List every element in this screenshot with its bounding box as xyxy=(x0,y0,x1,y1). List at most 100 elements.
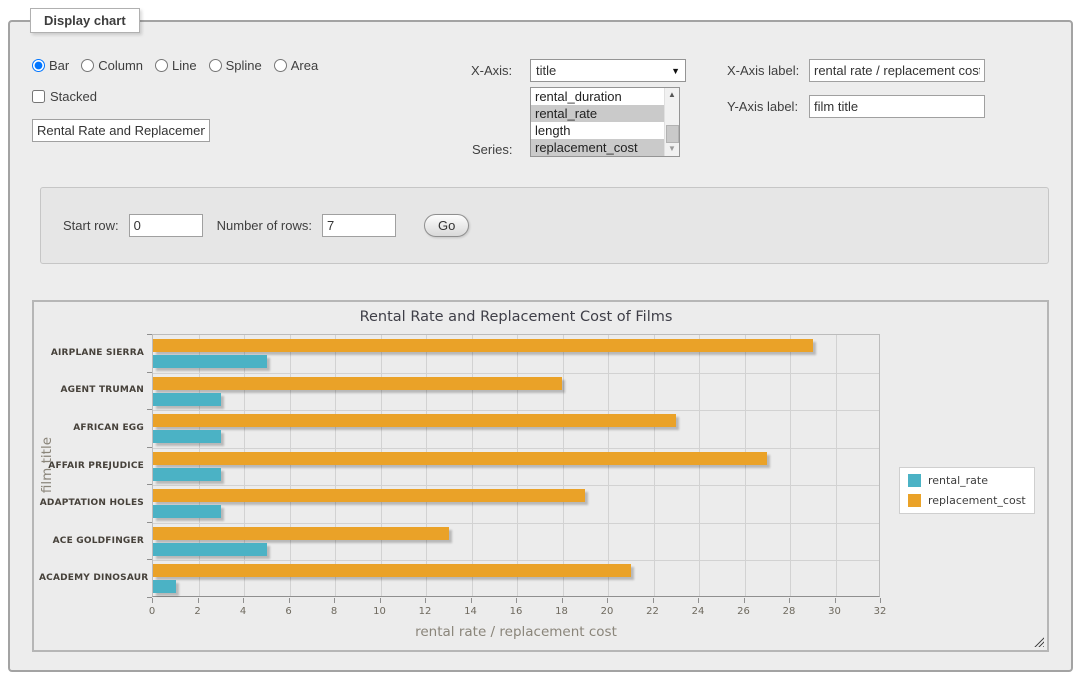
chart-type-option-area[interactable]: Area xyxy=(274,58,318,73)
bar-replacement_cost xyxy=(153,489,585,502)
grid-vline xyxy=(790,335,791,596)
grid-vline xyxy=(472,335,473,596)
x-tick-mark xyxy=(744,598,745,603)
legend-item: rental_rate xyxy=(908,474,1026,487)
bar-replacement_cost xyxy=(153,452,767,465)
chart-type-radio-area[interactable] xyxy=(274,59,287,72)
series-listbox[interactable]: rental_durationrental_ratelengthreplacem… xyxy=(530,87,680,157)
x-tick-label: 26 xyxy=(729,606,759,617)
grid-vline xyxy=(290,335,291,596)
x-tick-mark xyxy=(562,598,563,603)
chart-title: Rental Rate and Replacement Cost of Film… xyxy=(152,309,880,325)
x-tick-label: 22 xyxy=(638,606,668,617)
x-tick-mark xyxy=(835,598,836,603)
chart-container: Rental Rate and Replacement Cost of Film… xyxy=(32,300,1049,652)
go-button[interactable]: Go xyxy=(424,214,469,237)
stacked-checkbox[interactable] xyxy=(32,90,45,103)
y-tick-mark xyxy=(147,597,152,598)
scroll-up-icon[interactable]: ▲ xyxy=(665,88,679,102)
legend-item: replacement_cost xyxy=(908,494,1026,507)
chart-type-radio-label: Bar xyxy=(49,58,69,73)
x-tick-label: 18 xyxy=(547,606,577,617)
bar-replacement_cost xyxy=(153,339,813,352)
stacked-checkbox-row[interactable]: Stacked xyxy=(32,89,97,104)
y-axis-label-caption: Y-Axis label: xyxy=(727,99,798,114)
bar-rental_rate xyxy=(153,505,221,518)
grid-vline xyxy=(836,335,837,596)
grid-vline xyxy=(745,335,746,596)
x-axis-select[interactable]: title ▼ xyxy=(530,59,686,82)
x-tick-mark xyxy=(698,598,699,603)
x-tick-label: 0 xyxy=(137,606,167,617)
grid-hline xyxy=(153,373,879,374)
num-rows-input[interactable] xyxy=(322,214,396,237)
grid-hline xyxy=(153,523,879,524)
category-label: AIRPLANE SIERRA xyxy=(39,348,144,358)
x-tick-mark xyxy=(425,598,426,603)
x-axis-selected-value: title xyxy=(536,63,556,78)
y-tick-mark xyxy=(147,484,152,485)
x-tick-mark xyxy=(152,598,153,603)
chart-type-option-line[interactable]: Line xyxy=(155,58,197,73)
x-tick-mark xyxy=(471,598,472,603)
start-row-input[interactable] xyxy=(129,214,203,237)
series-option-length[interactable]: length xyxy=(531,122,665,139)
category-label: AFFAIR PREJUDICE xyxy=(39,461,144,471)
bar-rental_rate xyxy=(153,468,221,481)
rows-panel: Start row: Number of rows: Go xyxy=(40,187,1049,264)
scrollbar-thumb[interactable] xyxy=(666,125,679,143)
chart-x-axis-label: rental rate / replacement cost xyxy=(152,624,880,640)
chart-type-radio-bar[interactable] xyxy=(32,59,45,72)
x-tick-label: 16 xyxy=(501,606,531,617)
legend-swatch-rental_rate xyxy=(908,474,921,487)
grid-vline xyxy=(654,335,655,596)
y-axis-label-input[interactable] xyxy=(809,95,985,118)
bar-rental_rate xyxy=(153,580,176,593)
x-tick-label: 30 xyxy=(820,606,850,617)
chart-legend: rental_rate replacement_cost xyxy=(899,467,1035,514)
series-select-label: Series: xyxy=(472,142,512,157)
x-tick-label: 24 xyxy=(683,606,713,617)
x-tick-mark xyxy=(243,598,244,603)
x-axis-select-label: X-Axis: xyxy=(471,63,512,78)
grid-vline xyxy=(199,335,200,596)
grid-vline xyxy=(517,335,518,596)
rows-panel-inner: Start row: Number of rows: Go xyxy=(63,214,469,237)
category-label: AGENT TRUMAN xyxy=(39,385,144,395)
legend-label: replacement_cost xyxy=(928,494,1026,507)
chart-type-option-column[interactable]: Column xyxy=(81,58,143,73)
grid-vline xyxy=(244,335,245,596)
x-tick-label: 10 xyxy=(365,606,395,617)
chart-type-radio-column[interactable] xyxy=(81,59,94,72)
bar-rental_rate xyxy=(153,355,267,368)
x-tick-label: 14 xyxy=(456,606,486,617)
y-tick-mark xyxy=(147,409,152,410)
resize-handle-icon[interactable] xyxy=(1032,635,1044,647)
x-tick-mark xyxy=(789,598,790,603)
scroll-down-icon[interactable]: ▼ xyxy=(665,142,679,156)
chart-type-option-spline[interactable]: Spline xyxy=(209,58,262,73)
chart-type-option-bar[interactable]: Bar xyxy=(32,58,69,73)
series-option-rental_duration[interactable]: rental_duration xyxy=(531,88,665,105)
grid-hline xyxy=(153,560,879,561)
chart-type-radio-spline[interactable] xyxy=(209,59,222,72)
bar-rental_rate xyxy=(153,543,267,556)
bar-replacement_cost xyxy=(153,564,631,577)
series-option-rental_rate[interactable]: rental_rate xyxy=(531,105,665,122)
x-tick-label: 28 xyxy=(774,606,804,617)
chart-type-radios: Bar Column Line Spline Area xyxy=(32,58,318,73)
x-tick-mark xyxy=(516,598,517,603)
series-listbox-scrollbar[interactable]: ▲ ▼ xyxy=(664,88,679,156)
x-axis-label-input[interactable] xyxy=(809,59,985,82)
x-tick-mark xyxy=(198,598,199,603)
chart-type-radio-line[interactable] xyxy=(155,59,168,72)
x-tick-mark xyxy=(380,598,381,603)
x-tick-mark xyxy=(880,598,881,603)
bar-rental_rate xyxy=(153,393,221,406)
chart-title-input[interactable] xyxy=(32,119,210,142)
series-option-replacement_cost[interactable]: replacement_cost xyxy=(531,139,665,156)
x-tick-label: 6 xyxy=(274,606,304,617)
x-tick-mark xyxy=(334,598,335,603)
display-chart-fieldset: Display chart BarColumnLineSplineArea St… xyxy=(8,20,1073,672)
x-tick-label: 12 xyxy=(410,606,440,617)
